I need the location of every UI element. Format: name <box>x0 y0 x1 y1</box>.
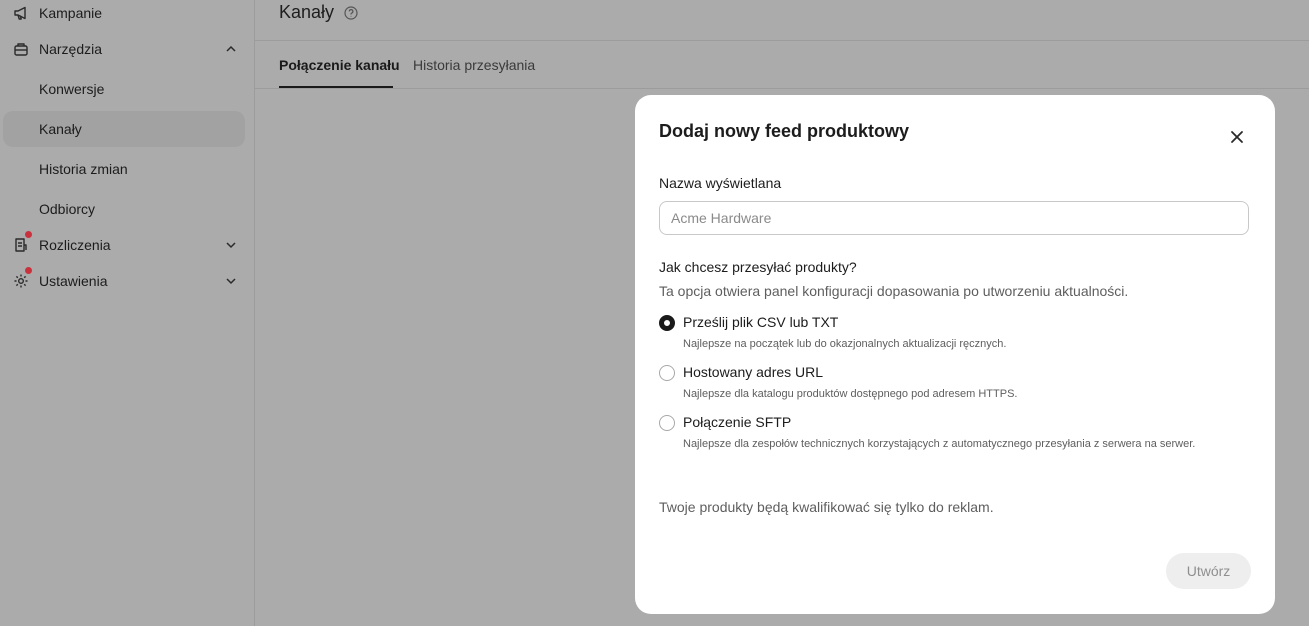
chevron-up-icon <box>226 45 236 52</box>
sidebar-item-kampanie[interactable]: Kampanie <box>3 0 245 31</box>
help-icon[interactable] <box>344 6 358 20</box>
notification-dot <box>25 267 32 274</box>
tools-icon <box>14 43 28 56</box>
close-icon <box>1231 131 1243 143</box>
sidebar-item-ustawienia[interactable]: Ustawienia <box>3 263 245 299</box>
tab-historia-przesylania[interactable]: Historia przesyłania <box>413 57 535 73</box>
radio-csv-txt[interactable] <box>659 315 675 331</box>
sidebar-item-label: Konwersje <box>39 81 105 97</box>
settings-icon <box>14 274 28 288</box>
page-title: Kanały <box>279 2 335 22</box>
sidebar: Kampanie Narzędzia Konwersje Kanały Hist… <box>0 0 255 626</box>
eligibility-note: Twoje produkty będą kwalifikować się tyl… <box>659 499 994 515</box>
option-description: Najlepsze na początek lub do okazjonalny… <box>683 338 1007 350</box>
close-button[interactable] <box>1224 124 1250 150</box>
chevron-down-icon <box>226 242 236 249</box>
radio-sftp[interactable] <box>659 415 675 431</box>
upload-method-description: Ta opcja otwiera panel konfiguracji dopa… <box>659 283 1129 299</box>
chevron-down-icon <box>226 278 236 285</box>
billing-icon <box>15 238 27 252</box>
sidebar-item-label: Rozliczenia <box>39 237 111 253</box>
tab-polaczenie-kanalu[interactable]: Połączenie kanału <box>279 57 400 73</box>
header-divider <box>255 40 1309 41</box>
create-button[interactable]: Utwórz <box>1166 553 1251 589</box>
option-title: Połączenie SFTP <box>683 414 792 430</box>
modal-title: Dodaj nowy feed produktowy <box>659 121 910 141</box>
option-title: Hostowany adres URL <box>683 364 824 380</box>
sidebar-item-historia-zmian[interactable]: Historia zmian <box>3 151 245 187</box>
sidebar-item-label: Historia zmian <box>39 161 128 177</box>
sidebar-item-label: Ustawienia <box>39 273 108 289</box>
sidebar-item-rozliczenia[interactable]: Rozliczenia <box>3 227 245 263</box>
megaphone-icon <box>14 6 26 20</box>
option-description: Najlepsze dla zespołów technicznych korz… <box>683 438 1196 450</box>
radio-hosted-url[interactable] <box>659 365 675 381</box>
display-name-input[interactable] <box>659 201 1249 235</box>
notification-dot <box>25 231 32 238</box>
sidebar-item-label: Odbiorcy <box>39 201 96 217</box>
option-description: Najlepsze dla katalogu produktów dostępn… <box>683 388 1018 400</box>
sidebar-item-label: Kanały <box>39 121 82 137</box>
add-feed-modal: Dodaj nowy feed produktowy Nazwa wyświet… <box>635 95 1275 614</box>
tabs-divider <box>255 88 1309 89</box>
sidebar-item-narzedzia[interactable]: Narzędzia <box>3 31 245 67</box>
sidebar-item-kanaly[interactable]: Kanały <box>3 111 245 147</box>
sidebar-item-label: Kampanie <box>39 5 103 21</box>
upload-method-question: Jak chcesz przesyłać produkty? <box>659 259 857 275</box>
sidebar-item-konwersje[interactable]: Konwersje <box>3 71 245 107</box>
option-title: Prześlij plik CSV lub TXT <box>683 314 839 330</box>
sidebar-item-label: Narzędzia <box>39 41 103 57</box>
name-field-label: Nazwa wyświetlana <box>659 175 782 191</box>
sidebar-item-odbiorcy[interactable]: Odbiorcy <box>3 191 245 227</box>
